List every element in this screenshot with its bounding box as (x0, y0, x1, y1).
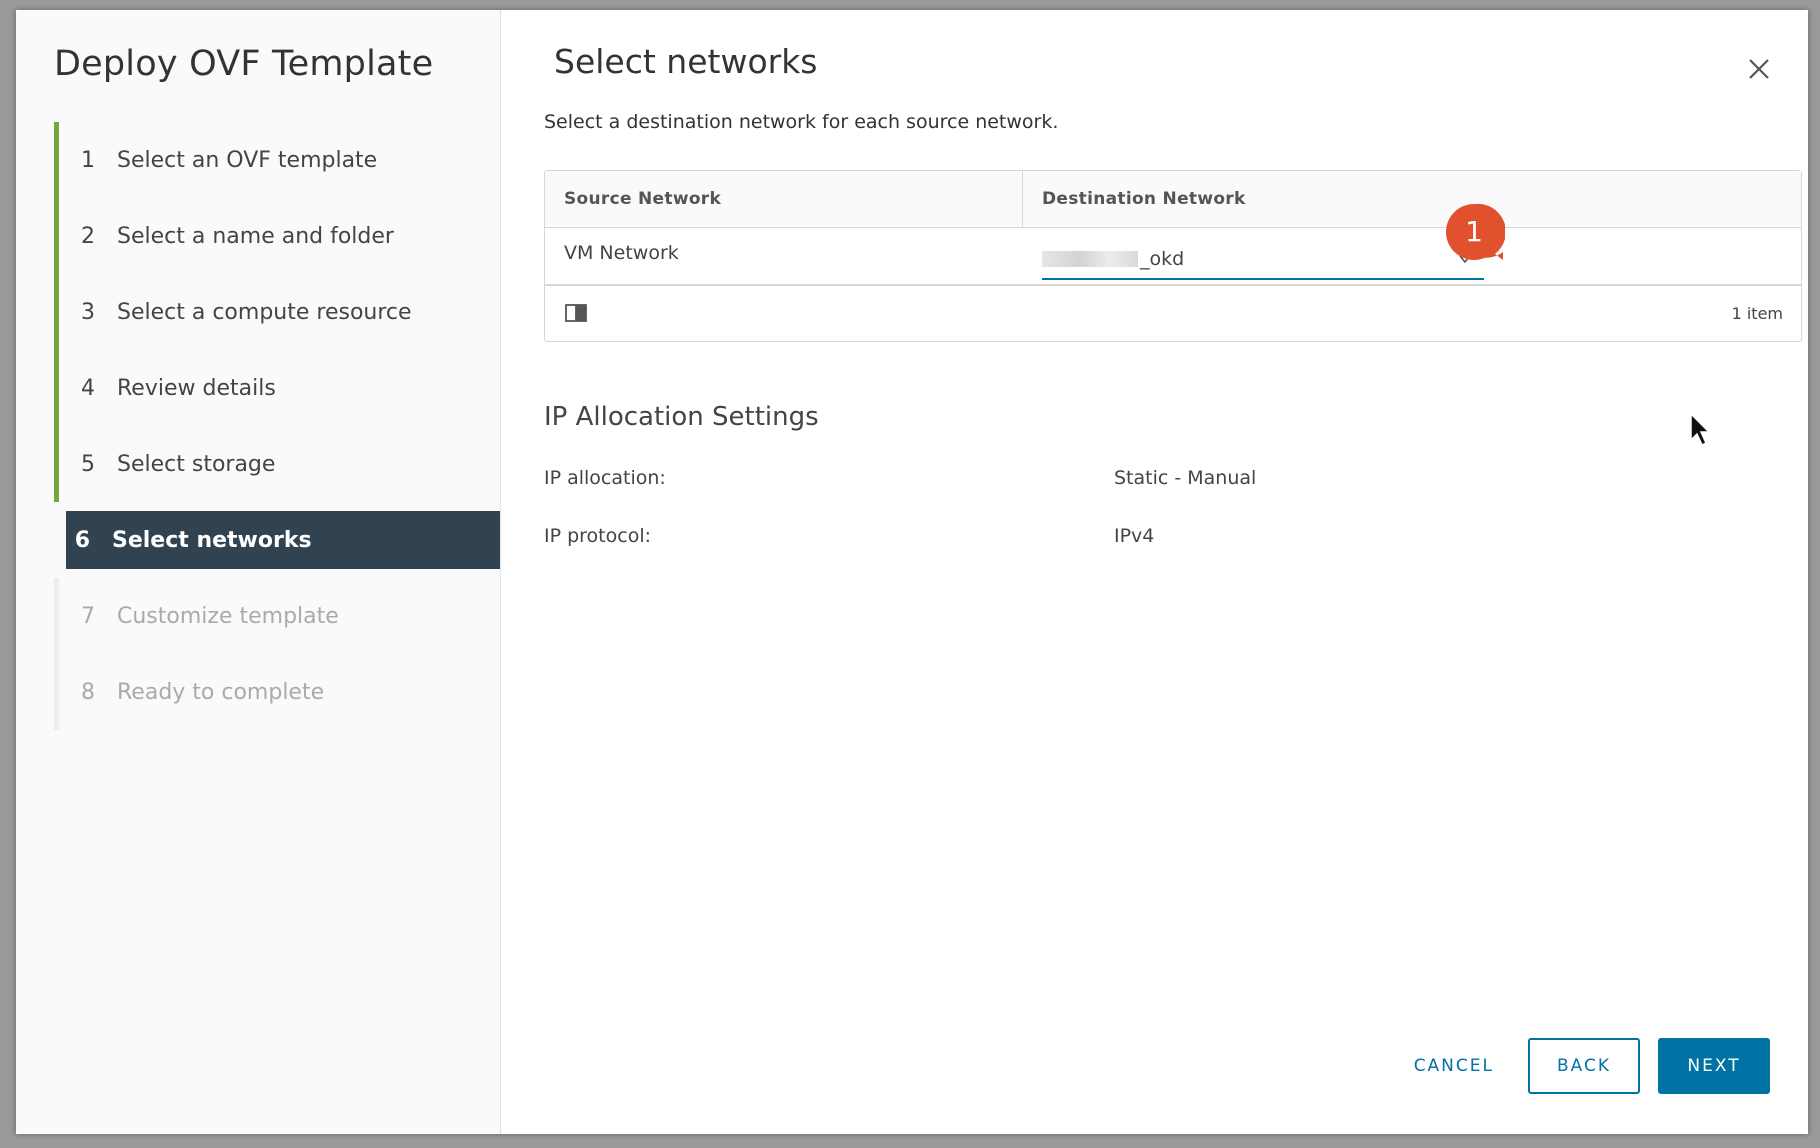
back-button[interactable]: BACK (1528, 1038, 1640, 1094)
wizard-step-6[interactable]: 6 Select networks (66, 511, 500, 569)
deploy-ovf-dialog: Deploy OVF Template 1 Select an OVF temp… (16, 10, 1808, 1134)
step-number: 6 (74, 527, 90, 553)
grid-footer: 1 item (545, 286, 1801, 340)
step-label: Select networks (112, 527, 312, 553)
destination-network-cell: _okd (1023, 228, 1801, 284)
source-network-cell: VM Network (564, 242, 679, 264)
step-label: Select an OVF template (117, 147, 378, 173)
wizard-title: Deploy OVF Template (54, 44, 434, 84)
wizard-step-5[interactable]: 5 Select storage (54, 426, 500, 502)
wizard-step-7: 7 Customize template (54, 578, 500, 654)
wizard-steps: 1 Select an OVF template 2 Select a name… (54, 122, 500, 730)
destination-network-value: _okd (1140, 248, 1185, 270)
destination-network-select[interactable]: _okd (1042, 240, 1484, 280)
ip-allocation-value: Static - Manual (1114, 467, 1257, 489)
step-label: Review details (117, 375, 276, 401)
page-subtitle: Select a destination network for each so… (544, 111, 1059, 133)
step-label: Customize template (117, 603, 339, 629)
step-number: 2 (81, 223, 95, 249)
wizard-sidebar: Deploy OVF Template 1 Select an OVF temp… (16, 10, 501, 1134)
step-label: Select a compute resource (117, 299, 412, 325)
callout-number: 1 (1465, 214, 1483, 248)
table-row: VM Network _okd (545, 228, 1801, 286)
next-button[interactable]: NEXT (1658, 1038, 1770, 1094)
column-header-source[interactable]: Source Network (545, 171, 1023, 227)
wizard-step-2[interactable]: 2 Select a name and folder (54, 198, 500, 274)
step-number: 7 (81, 603, 95, 629)
item-count: 1 item (1731, 303, 1783, 323)
ip-settings-title: IP Allocation Settings (544, 402, 819, 432)
column-header-destination[interactable]: Destination Network (1023, 171, 1801, 227)
column-toggle-icon[interactable] (565, 304, 587, 322)
wizard-step-3[interactable]: 3 Select a compute resource (54, 274, 500, 350)
redacted-network-name (1042, 251, 1138, 267)
wizard-content: Select networks Select a destination net… (501, 10, 1808, 1134)
wizard-step-1[interactable]: 1 Select an OVF template (54, 122, 500, 198)
ip-allocation-label: IP allocation: (544, 467, 666, 489)
wizard-footer-buttons: CANCEL BACK NEXT (1386, 1038, 1770, 1094)
mouse-pointer-icon (1690, 412, 1711, 447)
grid-header: Source Network Destination Network (545, 171, 1801, 228)
network-mapping-grid: Source Network Destination Network VM Ne… (544, 170, 1802, 342)
step-label: Select a name and folder (117, 223, 394, 249)
step-number: 4 (81, 375, 95, 401)
ip-protocol-label: IP protocol: (544, 525, 652, 547)
step-number: 5 (81, 451, 95, 477)
step-label: Select storage (117, 451, 276, 477)
wizard-step-8: 8 Ready to complete (54, 654, 500, 730)
page-title: Select networks (554, 42, 818, 81)
close-icon[interactable] (1744, 54, 1774, 84)
cancel-button[interactable]: CANCEL (1386, 1038, 1522, 1094)
ip-protocol-value: IPv4 (1114, 525, 1155, 547)
step-number: 3 (81, 299, 95, 325)
wizard-step-4[interactable]: 4 Review details (54, 350, 500, 426)
step-number: 8 (81, 679, 95, 705)
ip-protocol-row: IP protocol: IPv4 (544, 525, 1154, 547)
step-label: Ready to complete (117, 679, 325, 705)
step-number: 1 (81, 147, 95, 173)
ip-allocation-row: IP allocation: Static - Manual (544, 467, 1256, 489)
